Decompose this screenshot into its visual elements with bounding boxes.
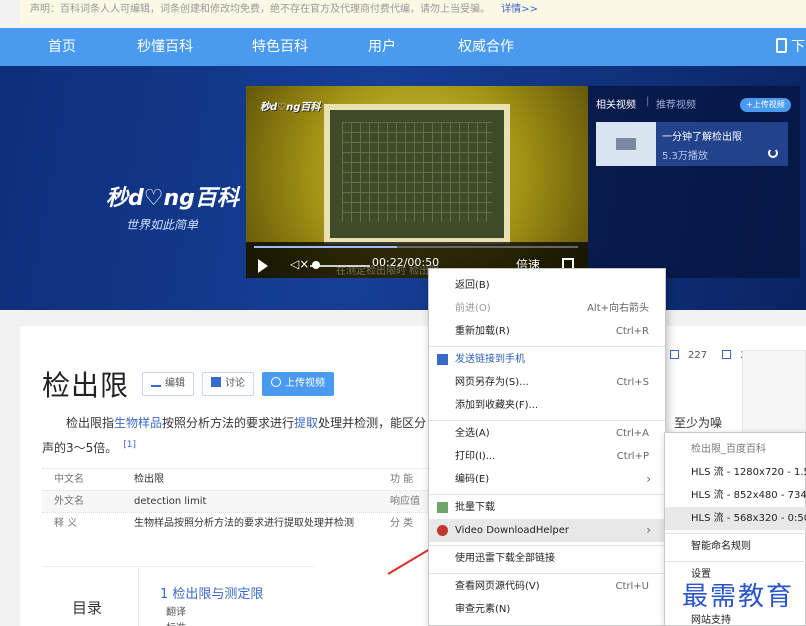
submenu-separator (665, 561, 806, 562)
submenu-hls-852[interactable]: HLS 流 - 852x480 - 734k (665, 484, 806, 507)
menu-encoding[interactable]: 编码(E) › (429, 468, 665, 491)
image-download-icon (437, 502, 448, 513)
menu-video-downloadhelper[interactable]: Video DownloadHelper › (429, 519, 665, 542)
vdh-icon (437, 525, 448, 536)
phone-send-icon (437, 354, 448, 365)
menu-forward[interactable]: 前进(O) Alt+向右箭头 (429, 297, 665, 320)
menu-send-to-phone[interactable]: 发送链接到手机 (429, 348, 665, 371)
watermark-text: 最需教育 (682, 582, 795, 612)
submenu-separator (665, 533, 806, 534)
menu-back[interactable]: 返回(B) (429, 274, 665, 297)
menu-reload[interactable]: 重新加载(R) Ctrl+R (429, 320, 665, 343)
menu-print[interactable]: 打印(I)... Ctrl+P (429, 445, 665, 468)
menu-separator (429, 494, 665, 495)
menu-save-as[interactable]: 网页另存为(S)... Ctrl+S (429, 371, 665, 394)
menu-thunder-download-all[interactable]: 使用迅雷下载全部链接 (429, 547, 665, 570)
menu-select-all[interactable]: 全选(A) Ctrl+A (429, 422, 665, 445)
menu-separator (429, 420, 665, 421)
submenu-hls-568[interactable]: HLS 流 - 568x320 - 0:50 (665, 507, 806, 530)
chevron-right-icon: › (646, 472, 651, 486)
context-menu: 返回(B) 前进(O) Alt+向右箭头 重新加载(R) Ctrl+R 发送链接到手… (428, 268, 666, 626)
menu-batch-download[interactable]: 批量下载 (429, 496, 665, 519)
menu-separator (429, 346, 665, 347)
menu-inspect-element[interactable]: 审查元素(N) (429, 598, 665, 621)
submenu-header: 检出限_百度百科 (691, 444, 766, 455)
menu-view-source[interactable]: 查看网页源代码(V) Ctrl+U (429, 575, 665, 598)
menu-separator (429, 545, 665, 546)
menu-separator (429, 573, 665, 574)
submenu-hls-1280[interactable]: HLS 流 - 1280x720 - 1.5 (665, 461, 806, 484)
chevron-right-icon: › (646, 523, 651, 537)
submenu-smart-naming[interactable]: 智能命名规则 (665, 535, 806, 558)
menu-add-favorites[interactable]: 添加到收藏夹(F)... (429, 394, 665, 417)
